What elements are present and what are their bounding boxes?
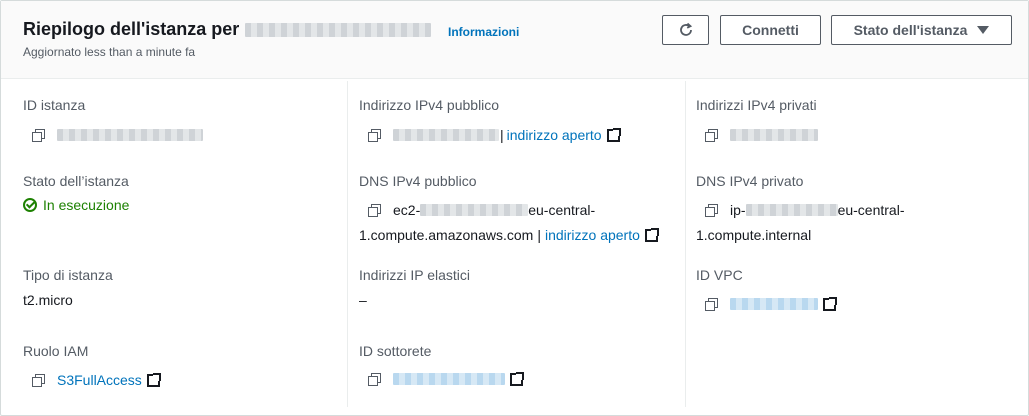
private-dns-suffix: eu-central- <box>837 202 905 218</box>
instance-state-value: In esecuzione <box>23 197 129 213</box>
redacted-public-dns <box>420 204 529 216</box>
public-dns-suffix: eu-central- <box>528 202 596 218</box>
private-dns-value-line2: 1.compute.internal <box>696 227 812 243</box>
private-dns-prefix: ip- <box>730 202 746 218</box>
instance-id-value <box>31 128 203 142</box>
instance-id-label: ID istanza <box>23 97 86 113</box>
subnet-id-value <box>367 371 524 386</box>
copy-icon[interactable] <box>704 128 718 142</box>
vpc-id-label: ID VPC <box>696 267 743 283</box>
subnet-id-label: ID sottorete <box>359 343 432 359</box>
public-dns-label: DNS IPv4 pubblico <box>359 173 477 189</box>
redacted-public-ip <box>393 129 499 141</box>
instance-summary-panel: Riepilogo dell'istanza per Informazioni … <box>0 0 1029 416</box>
external-link-icon[interactable] <box>510 371 524 386</box>
public-dns-domain: 1.compute.amazonaws.com <box>359 227 534 243</box>
copy-icon[interactable] <box>367 203 381 217</box>
last-updated-text: Aggiornato less than a minute fa <box>23 45 196 59</box>
redacted-subnet-id[interactable] <box>393 373 505 385</box>
private-ipv4-value <box>704 128 818 142</box>
refresh-icon <box>679 22 692 36</box>
elastic-ip-value: – <box>359 292 367 308</box>
info-link[interactable]: Informazioni <box>448 25 519 39</box>
external-link-icon[interactable] <box>823 296 837 311</box>
private-ipv4-label: Indirizzi IPv4 privati <box>696 97 817 113</box>
redacted-private-ip <box>730 129 818 141</box>
open-address-link-2[interactable]: indirizzo aperto <box>545 227 640 243</box>
public-ipv4-label: Indirizzo IPv4 pubblico <box>359 97 500 113</box>
iam-role-value: S3FullAccess <box>31 372 161 388</box>
external-link-icon[interactable] <box>146 372 161 387</box>
connect-button[interactable]: Connetti <box>720 15 821 45</box>
open-address-link[interactable]: indirizzo aperto <box>507 127 602 143</box>
private-dns-value-line1: ip- eu-central- <box>704 202 904 218</box>
instance-state-button-label: Stato dell'istanza <box>853 22 968 38</box>
instance-state-button[interactable]: Stato dell'istanza <box>831 15 1012 45</box>
vpc-id-value <box>704 296 837 311</box>
caret-down-icon <box>977 26 990 34</box>
public-dns-value-line1: ec2- eu-central- <box>367 202 595 218</box>
redacted-vpc-id[interactable] <box>730 298 818 310</box>
public-ipv4-value: | indirizzo aperto <box>367 127 621 143</box>
summary-header: Riepilogo dell'istanza per Informazioni … <box>1 1 1028 79</box>
external-link-icon[interactable] <box>644 227 659 242</box>
refresh-button[interactable] <box>662 15 709 45</box>
redacted-instance-id <box>57 129 203 141</box>
copy-icon[interactable] <box>704 297 718 311</box>
copy-icon[interactable] <box>367 372 381 386</box>
title-row: Riepilogo dell'istanza per <box>23 19 432 40</box>
public-dns-value-line2: 1.compute.amazonaws.com | indirizzo aper… <box>359 227 659 243</box>
public-dns-prefix: ec2- <box>393 202 421 218</box>
status-text: In esecuzione <box>43 197 130 213</box>
redacted-private-dns <box>745 204 838 216</box>
iam-role-link[interactable]: S3FullAccess <box>57 372 142 388</box>
instance-type-label: Tipo di istanza <box>23 267 113 283</box>
elastic-ip-label: Indirizzi IP elastici <box>359 267 471 283</box>
iam-role-label: Ruolo IAM <box>23 343 89 359</box>
status-success-icon <box>23 198 37 212</box>
redacted-instance-name <box>245 22 432 37</box>
copy-icon[interactable] <box>31 373 45 387</box>
column-divider <box>347 81 348 407</box>
copy-icon[interactable] <box>31 128 45 142</box>
column-divider <box>685 81 686 407</box>
private-dns-label: DNS IPv4 privato <box>696 173 804 189</box>
instance-type-value: t2.micro <box>23 292 73 308</box>
copy-icon[interactable] <box>704 203 718 217</box>
instance-state-label: Stato dell’istanza <box>23 173 129 189</box>
external-link-icon[interactable] <box>606 127 621 142</box>
copy-icon[interactable] <box>367 128 381 142</box>
page-title: Riepilogo dell'istanza per <box>23 19 240 39</box>
